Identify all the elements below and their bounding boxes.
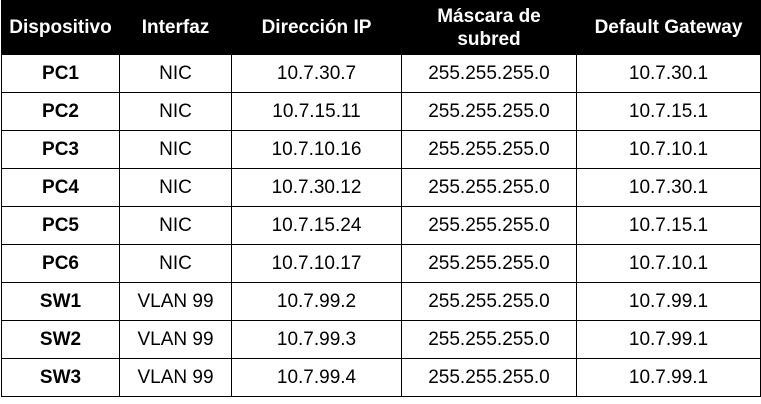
cell-device: PC5 [1,206,120,245]
cell-subnet-mask: 255.255.255.0 [401,130,577,169]
cell-ip-address: 10.7.10.17 [231,244,402,283]
cell-ip-address: 10.7.15.24 [231,206,402,245]
cell-device: PC2 [1,92,120,131]
cell-interface: NIC [119,54,232,93]
table-row: SW3 VLAN 99 10.7.99.4 255.255.255.0 10.7… [1,358,761,397]
table-row: SW2 VLAN 99 10.7.99.3 255.255.255.0 10.7… [1,320,761,359]
cell-device: SW3 [1,358,120,397]
header-subnet-mask: Máscara de subred [401,0,577,55]
cell-ip-address: 10.7.15.11 [231,92,402,131]
addressing-table: Dispositivo Interfaz Dirección IP Máscar… [1,0,761,397]
header-default-gateway: Default Gateway [576,0,761,55]
cell-default-gateway: 10.7.10.1 [576,244,761,283]
cell-interface: NIC [119,92,232,131]
table-header: Dispositivo Interfaz Dirección IP Máscar… [1,0,761,55]
cell-default-gateway: 10.7.30.1 [576,168,761,207]
cell-device: SW2 [1,320,120,359]
cell-ip-address: 10.7.10.16 [231,130,402,169]
table-body: PC1 NIC 10.7.30.7 255.255.255.0 10.7.30.… [1,54,761,397]
header-ip-address: Dirección IP [231,0,402,55]
table-row: SW1 VLAN 99 10.7.99.2 255.255.255.0 10.7… [1,282,761,321]
cell-device: SW1 [1,282,120,321]
cell-default-gateway: 10.7.99.1 [576,358,761,397]
cell-device: PC6 [1,244,120,283]
cell-interface: VLAN 99 [119,282,232,321]
cell-ip-address: 10.7.30.12 [231,168,402,207]
header-interface: Interfaz [119,0,232,55]
cell-default-gateway: 10.7.99.1 [576,320,761,359]
cell-subnet-mask: 255.255.255.0 [401,206,577,245]
header-device: Dispositivo [1,0,120,55]
table-row: PC1 NIC 10.7.30.7 255.255.255.0 10.7.30.… [1,54,761,93]
table-row: PC3 NIC 10.7.10.16 255.255.255.0 10.7.10… [1,130,761,169]
cell-subnet-mask: 255.255.255.0 [401,244,577,283]
cell-subnet-mask: 255.255.255.0 [401,320,577,359]
table-row: PC2 NIC 10.7.15.11 255.255.255.0 10.7.15… [1,92,761,131]
table-row: PC6 NIC 10.7.10.17 255.255.255.0 10.7.10… [1,244,761,283]
cell-subnet-mask: 255.255.255.0 [401,358,577,397]
cell-interface: NIC [119,244,232,283]
cell-ip-address: 10.7.99.2 [231,282,402,321]
cell-ip-address: 10.7.99.4 [231,358,402,397]
cell-interface: NIC [119,168,232,207]
cell-ip-address: 10.7.99.3 [231,320,402,359]
cell-device: PC4 [1,168,120,207]
cell-device: PC1 [1,54,120,93]
cell-subnet-mask: 255.255.255.0 [401,282,577,321]
cell-interface: NIC [119,130,232,169]
table-row: PC5 NIC 10.7.15.24 255.255.255.0 10.7.15… [1,206,761,245]
header-row: Dispositivo Interfaz Dirección IP Máscar… [1,0,761,55]
table-row: PC4 NIC 10.7.30.12 255.255.255.0 10.7.30… [1,168,761,207]
cell-default-gateway: 10.7.99.1 [576,282,761,321]
cell-ip-address: 10.7.30.7 [231,54,402,93]
cell-subnet-mask: 255.255.255.0 [401,92,577,131]
cell-default-gateway: 10.7.15.1 [576,206,761,245]
cell-subnet-mask: 255.255.255.0 [401,54,577,93]
cell-default-gateway: 10.7.15.1 [576,92,761,131]
cell-interface: VLAN 99 [119,358,232,397]
cell-default-gateway: 10.7.10.1 [576,130,761,169]
cell-interface: NIC [119,206,232,245]
cell-subnet-mask: 255.255.255.0 [401,168,577,207]
cell-device: PC3 [1,130,120,169]
cell-default-gateway: 10.7.30.1 [576,54,761,93]
cell-interface: VLAN 99 [119,320,232,359]
